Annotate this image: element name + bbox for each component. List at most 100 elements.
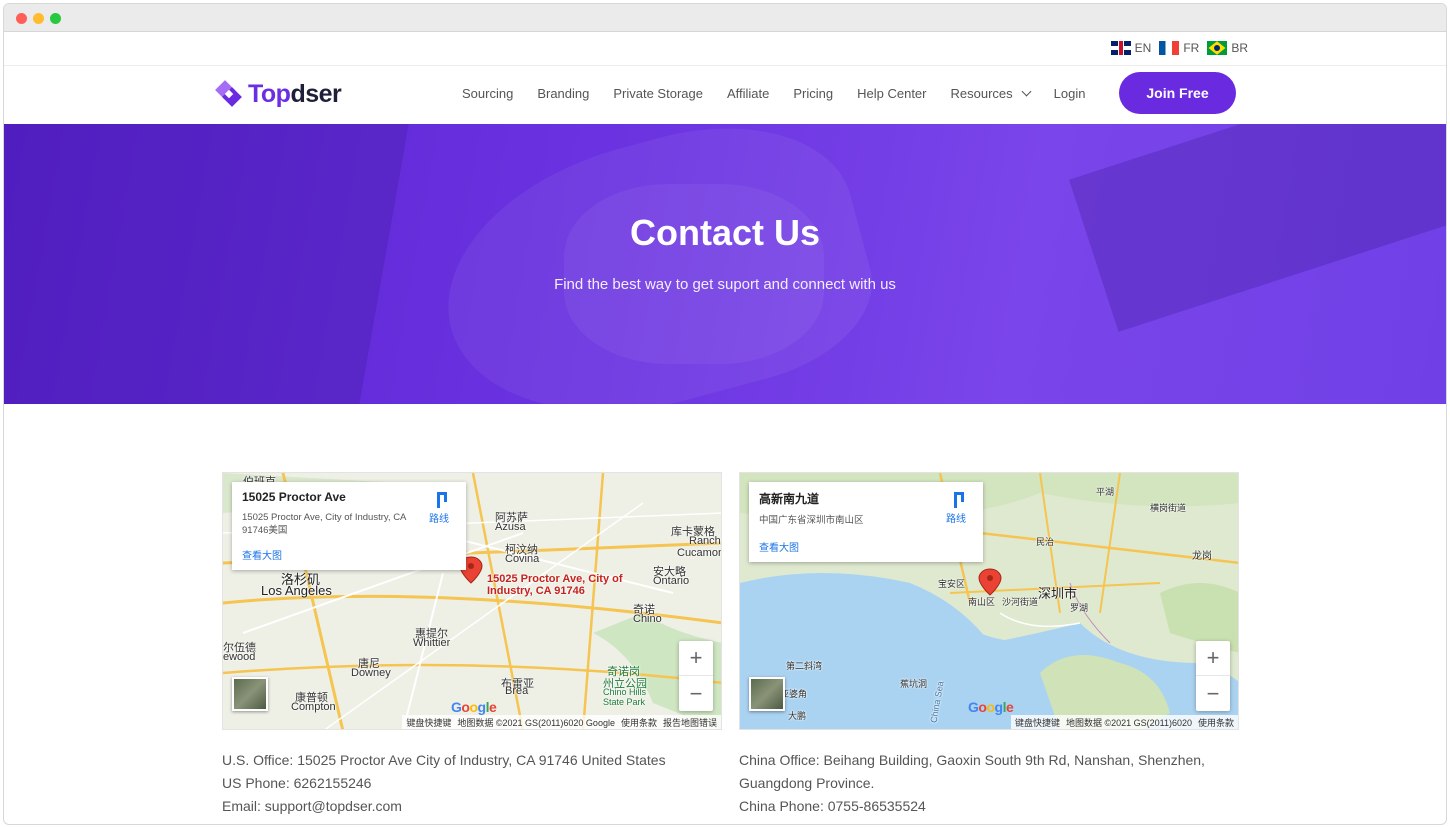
hero-hand-shape [564,184,824,364]
language-bar: EN FR BR [4,32,1446,66]
nav-affiliate[interactable]: Affiliate [727,86,769,101]
map-label: 蕉坑洞 [900,679,928,689]
nav-branding[interactable]: Branding [537,86,589,101]
us-office-phone: US Phone: 6262155246 [222,775,372,791]
language-switcher: EN FR BR [1110,41,1248,55]
map-attribution: 键盘快捷键 地图数据 ©2021 GS(2011)6020 Google 使用条… [402,715,721,729]
minimize-window-button[interactable] [33,13,44,24]
google-logo: Google [451,699,497,715]
nav-login[interactable]: Login [1054,86,1086,101]
hero-background-shape [4,124,414,404]
nav-private-storage[interactable]: Private Storage [613,86,703,101]
topdser-logo[interactable]: Topdser [214,79,342,109]
directions-label: 路线 [946,514,966,525]
uk-flag-icon [1110,41,1131,55]
china-office-info: China Office: Beihang Building, Gaoxin S… [739,749,1249,818]
google-logo: Google [968,699,1014,715]
hero-banner: Contact Us Find the best way to get supo… [4,124,1446,404]
lang-fr-label: FR [1183,41,1200,55]
directions-label: 路线 [429,514,449,525]
logo-text: Topdser [248,79,342,108]
france-flag-icon [1159,41,1180,55]
main-navbar: Topdser Sourcing Branding Private Storag… [4,66,1446,124]
map-attribution: 键盘快捷键 地图数据 ©2021 GS(2011)6020 使用条款 [1010,715,1238,729]
map-label: 罗湖 [1070,603,1089,613]
map-label: Rancho [689,535,721,547]
map-label: ewood [223,651,256,663]
brazil-flag-icon [1207,41,1228,55]
terms-link[interactable]: 使用条款 [621,716,657,728]
satellite-layer-toggle[interactable] [232,677,268,711]
hero-subtitle: Find the best way to get suport and conn… [554,276,896,293]
report-error-link[interactable]: 报告地图错误 [663,716,717,728]
lang-fr[interactable]: FR [1159,41,1199,55]
us-office-map[interactable]: 阿苏萨 Azusa 柯汶纳 Covina 库卡蒙格 Rancho Cucamon… [222,472,722,730]
browser-window: EN FR BR Topdser Sourcing Branding Priva… [3,3,1447,825]
lang-en-label: EN [1134,41,1152,55]
zoom-out-button[interactable]: − [1196,676,1230,711]
nav-menu: Sourcing Branding Private Storage Affili… [462,86,1109,101]
map-label: Azusa [495,521,526,533]
view-larger-map-link[interactable]: 查看大图 [759,539,799,554]
map-label: Compton [291,701,336,713]
map-info-card: 高新南九道 中国广东省深圳市南山区 查看大图 路线 [749,482,983,562]
map-info-card: 15025 Proctor Ave 15025 Proctor Ave, Cit… [232,482,466,570]
map-pin-label: 15025 Proctor Ave, City of Industry, CA … [487,573,623,597]
logo-icon [214,79,244,109]
view-larger-map-link[interactable]: 查看大图 [242,547,282,562]
nav-sourcing[interactable]: Sourcing [462,86,513,101]
lang-br[interactable]: BR [1207,41,1248,55]
zoom-out-button[interactable]: − [679,676,713,711]
map-label: Whittier [413,637,451,649]
map-label: Cucamon [677,547,722,559]
directions-button[interactable]: 路线 [424,492,454,525]
join-free-button[interactable]: Join Free [1119,72,1236,114]
map-label: Los Angeles [261,583,332,598]
chevron-down-icon [1021,86,1032,97]
map-label: 第二斜湾 [786,661,823,671]
map-label: 南山区 [968,597,996,607]
map-label: 沙河街道 [1002,597,1039,607]
map-label: State Park [603,697,646,707]
map-label: Chino Hills [603,687,647,697]
maximize-window-button[interactable] [50,13,61,24]
keyboard-shortcuts-link[interactable]: 键盘快捷键 [406,716,451,728]
us-office-email[interactable]: Email: support@topdser.com [222,795,732,818]
page-title: Contact Us [629,212,821,253]
directions-button[interactable]: 路线 [941,492,971,525]
map-label: 龙岗 [1192,551,1212,562]
satellite-layer-toggle[interactable] [749,677,785,711]
map-label: 横岗街道 [1150,503,1187,513]
nav-help-center[interactable]: Help Center [857,86,926,101]
map-label: 深圳市 [1038,586,1078,601]
terms-link[interactable]: 使用条款 [1198,716,1234,728]
map-label: 大鹏 [788,711,807,721]
china-office-phone: China Phone: 0755-86535524 [739,798,926,814]
map-data-text: 地图数据 ©2021 GS(2011)6020 Google [457,718,615,728]
map-data-text: 地图数据 ©2021 GS(2011)6020 [1065,718,1192,728]
close-window-button[interactable] [16,13,27,24]
zoom-in-button[interactable]: + [1196,641,1230,676]
china-office-map[interactable]: 深圳市 宝安区 南山区 平湖 横岗街道 民治 龙岗 沙河街道 罗湖 第二斜湾 亚… [739,472,1239,730]
keyboard-shortcuts-link[interactable]: 键盘快捷键 [1015,716,1060,728]
map-label: 宝安区 [938,579,966,589]
map-label: 平湖 [1096,487,1115,497]
us-office-address: U.S. Office: 15025 Proctor Ave City of I… [222,752,666,768]
offices-section: 阿苏萨 Azusa 柯汶纳 Covina 库卡蒙格 Rancho Cucamon… [4,404,1446,824]
map-zoom-control: + − [679,641,713,711]
nav-resources[interactable]: Resources [950,86,1032,101]
title-bar [4,4,1446,32]
map-zoom-control: + − [1196,641,1230,711]
map-label: Downey [351,667,391,679]
map-label: Ontario [653,575,690,587]
china-office-address: China Office: Beihang Building, Gaoxin S… [739,752,1205,791]
directions-icon [948,492,964,508]
zoom-in-button[interactable]: + [679,641,713,676]
lang-en[interactable]: EN [1110,41,1152,55]
nav-resources-label: Resources [950,86,1013,101]
nav-pricing[interactable]: Pricing [793,86,833,101]
info-card-address: 15025 Proctor Ave, City of Industry, CA … [242,512,406,536]
lang-br-label: BR [1231,41,1248,55]
map-label: Covina [505,553,540,565]
info-card-address: 中国广东省深圳市南山区 [759,515,864,526]
